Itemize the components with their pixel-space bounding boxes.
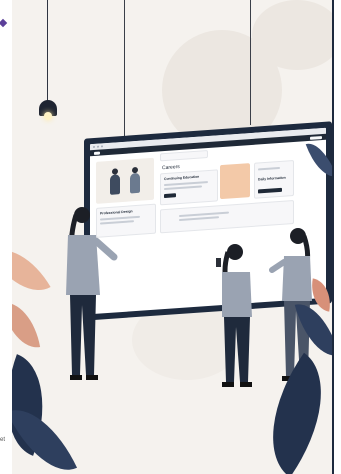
plant-leaf xyxy=(12,297,41,353)
side-card-title: Daily Information xyxy=(258,175,286,182)
search-field xyxy=(160,150,208,162)
screen-heading: Careers xyxy=(162,163,180,172)
hero-image-card xyxy=(96,157,154,204)
side-card: Daily Information xyxy=(254,159,294,199)
lamp-cord xyxy=(47,0,48,102)
hero-person-left xyxy=(110,174,120,195)
window-dot xyxy=(93,145,95,149)
content-card: Continuing Education xyxy=(160,169,218,206)
primary-button xyxy=(164,193,176,199)
corner-mark xyxy=(0,18,8,28)
hanging-wire xyxy=(124,0,125,140)
person-left xyxy=(66,207,118,380)
plant-leaf xyxy=(12,235,51,305)
hero-person-right xyxy=(130,172,140,194)
accent-card xyxy=(220,163,250,200)
text-line xyxy=(179,211,229,217)
lamp-bulb xyxy=(44,112,52,120)
text-line xyxy=(179,216,219,221)
illustration-frame: Professional Design Careers Continuing E… xyxy=(12,0,334,474)
side-button xyxy=(258,187,282,194)
nav-button xyxy=(310,135,322,140)
text-line xyxy=(258,166,280,171)
window-dot xyxy=(97,145,99,148)
hanging-wire xyxy=(250,0,251,125)
window-dot xyxy=(101,145,103,148)
background-blob xyxy=(252,0,332,70)
person-middle xyxy=(216,244,252,387)
card-title: Continuing Education xyxy=(164,174,200,182)
logo-block xyxy=(94,151,100,155)
cropped-caption: et xyxy=(0,437,6,443)
text-line xyxy=(164,185,202,190)
